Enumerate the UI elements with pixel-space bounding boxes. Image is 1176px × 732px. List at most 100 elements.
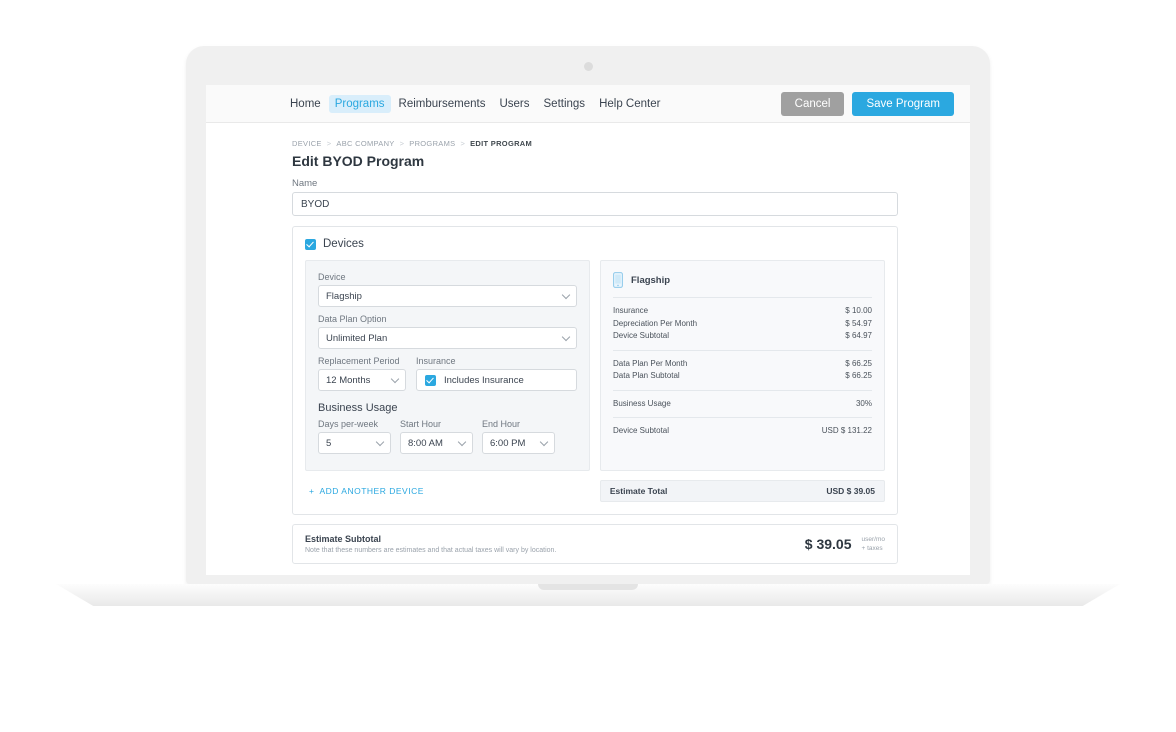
estimate-subtotal-title: Estimate Subtotal <box>305 534 382 544</box>
summary-line: Device Subtotal $ 64.97 <box>613 330 872 343</box>
summary-line-label: Data Plan Per Month <box>613 358 688 368</box>
summary-line-label: Device Subtotal <box>613 331 670 340</box>
end-hour-select[interactable]: 6:00 PM <box>482 432 555 454</box>
summary-device-name: Flagship <box>631 274 671 286</box>
estimate-subtotal-note: Note that these numbers are estimates an… <box>305 547 557 554</box>
estimate-subtotal-text: Estimate Subtotal Note that these number… <box>305 534 805 554</box>
end-hour-label: End Hour <box>482 419 521 429</box>
save-program-button[interactable]: Save Program <box>852 91 954 116</box>
end-hour-group: End Hour 6:00 PM <box>482 419 555 454</box>
device-summary-panel: Flagship Insurance $ 10.00 Depreciation … <box>600 260 885 471</box>
mobile-phone-icon <box>613 272 623 288</box>
estimate-total-value: USD $ 39.05 <box>826 486 875 496</box>
breadcrumb-separator: > <box>399 139 405 148</box>
summary-header: Flagship <box>613 272 872 297</box>
laptop-base <box>56 584 1120 606</box>
devices-card-header: Devices <box>305 238 885 250</box>
nav-item-reimbursements[interactable]: Reimbursements <box>393 95 492 113</box>
start-hour-value: 8:00 AM <box>408 437 443 449</box>
insurance-checkbox-row[interactable]: Includes Insurance <box>416 369 577 391</box>
summary-line: Business Usage 30% <box>613 398 872 411</box>
program-name-input[interactable] <box>292 192 898 216</box>
chevron-down-icon <box>561 290 571 300</box>
device-select-label: Device <box>318 272 346 282</box>
summary-group-data-plan: Data Plan Per Month $ 66.25 Data Plan Su… <box>613 351 872 390</box>
start-hour-group: Start Hour 8:00 AM <box>400 419 473 454</box>
summary-line: Depreciation Per Month $ 54.97 <box>613 318 872 331</box>
summary-line-label: Device Subtotal <box>613 426 670 435</box>
summary-group-business-usage: Business Usage 30% <box>613 391 872 418</box>
nav-item-help-center[interactable]: Help Center <box>593 95 666 113</box>
device-select[interactable]: Flagship <box>318 285 577 307</box>
data-plan-select[interactable]: Unlimited Plan <box>318 327 577 349</box>
summary-group-device: Insurance $ 10.00 Depreciation Per Month… <box>613 298 872 350</box>
estimate-subtotal-unit-line2: + taxes <box>861 545 883 552</box>
laptop-base-notch <box>538 584 638 590</box>
estimate-subtotal-bar: Estimate Subtotal Note that these number… <box>292 524 898 564</box>
plus-icon: + <box>309 486 315 496</box>
insurance-group: Insurance Includes Insurance <box>416 356 577 391</box>
breadcrumb-item-programs[interactable]: PROGRAMS <box>409 139 455 148</box>
devices-card: Devices Device Flagship Data Plan Option <box>292 226 898 515</box>
nav-item-settings[interactable]: Settings <box>538 95 592 113</box>
chevron-down-icon <box>457 437 467 447</box>
end-hour-value: 6:00 PM <box>490 437 526 449</box>
breadcrumb: DEVICE > ABC COMPANY > PROGRAMS > EDIT P… <box>292 139 898 148</box>
days-per-week-value: 5 <box>326 437 332 449</box>
device-form-panel: Device Flagship Data Plan Option Unlimit… <box>305 260 590 471</box>
breadcrumb-item-edit-program: EDIT PROGRAM <box>470 139 533 148</box>
main-navigation: Home Programs Reimbursements Users Setti… <box>284 94 666 113</box>
summary-line-value: 30% <box>855 398 872 408</box>
app-topbar: Home Programs Reimbursements Users Setti… <box>206 85 970 123</box>
summary-line-label: Depreciation Per Month <box>613 318 698 328</box>
add-another-device-label: ADD ANOTHER DEVICE <box>319 486 424 496</box>
summary-line-value: $ 66.25 <box>845 371 872 380</box>
cancel-button[interactable]: Cancel <box>780 91 845 116</box>
days-per-week-label: Days per-week <box>318 419 379 429</box>
devices-checkbox[interactable] <box>305 238 316 250</box>
data-plan-select-label: Data Plan Option <box>318 314 387 324</box>
nav-item-home[interactable]: Home <box>284 95 327 113</box>
replacement-insurance-row: Replacement Period 12 Months Insurance I… <box>318 356 577 391</box>
page-content: DEVICE > ABC COMPANY > PROGRAMS > EDIT P… <box>206 123 970 564</box>
summary-line-value: $ 66.25 <box>845 358 872 368</box>
replacement-period-value: 12 Months <box>326 374 371 386</box>
summary-line: Device Subtotal USD $ 131.22 <box>613 425 872 438</box>
nav-item-programs[interactable]: Programs <box>328 94 391 113</box>
webcam-icon <box>583 62 593 71</box>
insurance-checkbox-label: Includes Insurance <box>444 374 524 386</box>
summary-line: Data Plan Subtotal $ 66.25 <box>613 370 872 383</box>
summary-line: Data Plan Per Month $ 66.25 <box>613 358 872 371</box>
insurance-checkbox[interactable] <box>425 374 436 386</box>
laptop-screen: Home Programs Reimbursements Users Setti… <box>206 85 970 575</box>
data-plan-select-value: Unlimited Plan <box>326 332 388 344</box>
chevron-down-icon <box>539 437 549 447</box>
topbar-actions: Cancel Save Program <box>780 91 954 116</box>
replacement-period-group: Replacement Period 12 Months <box>318 356 406 391</box>
laptop-lid: Home Programs Reimbursements Users Setti… <box>186 46 990 584</box>
breadcrumb-separator: > <box>326 139 332 148</box>
add-another-device-button[interactable]: + ADD ANOTHER DEVICE <box>305 486 590 496</box>
days-per-week-select[interactable]: 5 <box>318 432 391 454</box>
device-row: Device Flagship Data Plan Option Unlimit… <box>305 260 885 471</box>
replacement-period-select[interactable]: 12 Months <box>318 369 406 391</box>
summary-line-value: $ 64.97 <box>845 331 872 340</box>
chevron-down-icon <box>390 374 400 384</box>
breadcrumb-separator: > <box>460 139 466 148</box>
devices-card-footer: + ADD ANOTHER DEVICE Estimate Total USD … <box>305 480 885 502</box>
days-per-week-group: Days per-week 5 <box>318 419 391 454</box>
nav-item-users[interactable]: Users <box>493 95 535 113</box>
summary-line-value: $ 54.97 <box>845 318 872 328</box>
estimate-total-row: Estimate Total USD $ 39.05 <box>599 480 885 502</box>
breadcrumb-item-company[interactable]: ABC COMPANY <box>336 139 394 148</box>
breadcrumb-item-device[interactable]: DEVICE <box>292 139 322 148</box>
summary-line-label: Business Usage <box>613 398 671 408</box>
estimate-subtotal-amount: $ 39.05 <box>804 536 852 552</box>
business-usage-title: Business Usage <box>318 402 398 414</box>
summary-line: Insurance $ 10.00 <box>613 305 872 318</box>
insurance-label: Insurance <box>416 356 456 366</box>
start-hour-select[interactable]: 8:00 AM <box>400 432 473 454</box>
estimate-total-label: Estimate Total <box>609 486 668 496</box>
screenshot-stage: Home Programs Reimbursements Users Setti… <box>0 0 1176 732</box>
device-select-value: Flagship <box>326 290 362 302</box>
